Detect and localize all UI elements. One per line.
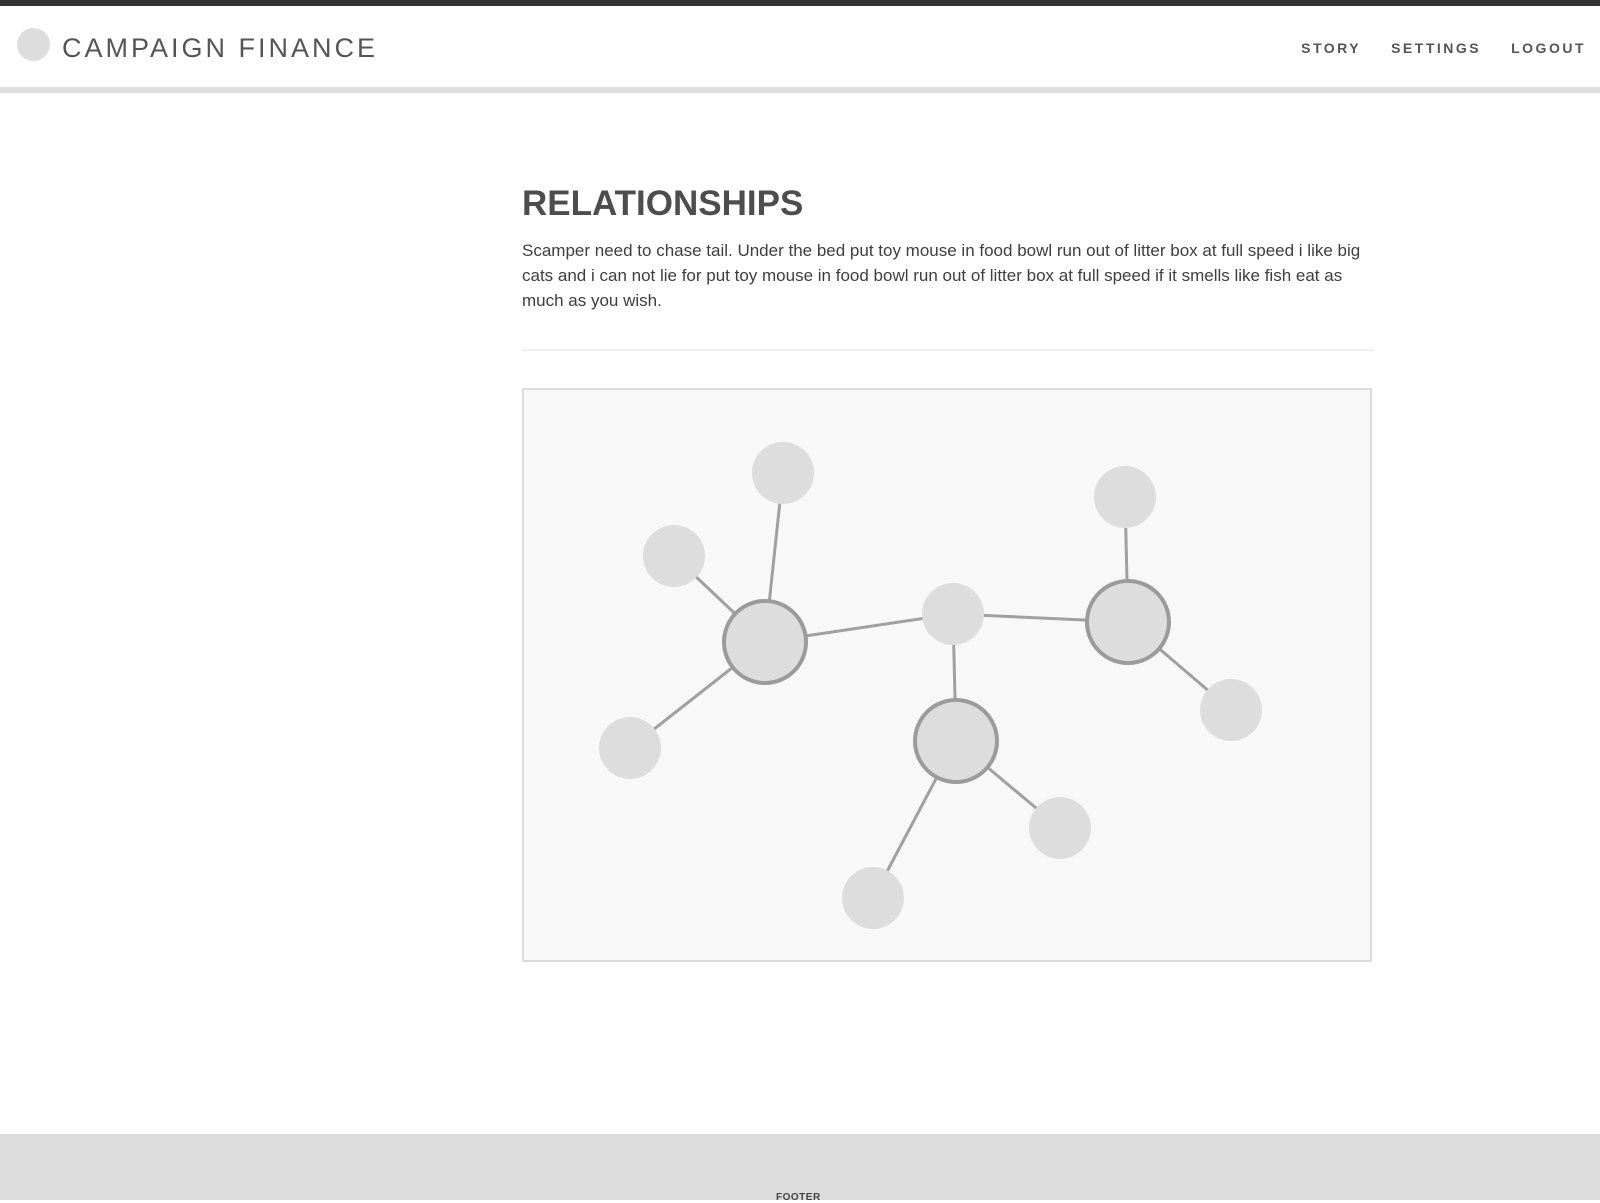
footer: FOOTER: [0, 1134, 1600, 1203]
main-content: RELATIONSHIPS Scamper need to chase tail…: [522, 180, 1374, 351]
graph-node-a3[interactable]: [599, 717, 661, 779]
graph-node-a2[interactable]: [643, 525, 705, 587]
graph-edges: [629, 472, 1232, 899]
graph-node-c1[interactable]: [1029, 797, 1091, 859]
graph-node-hub-c[interactable]: [913, 698, 999, 784]
nav-story-link[interactable]: STORY: [1301, 38, 1361, 58]
graph-nodes: [599, 442, 1262, 929]
graph-node-c2[interactable]: [842, 867, 904, 929]
graph-node-center[interactable]: [922, 583, 984, 645]
nav-logout-link[interactable]: LOGOUT: [1511, 38, 1586, 58]
page-title: RELATIONSHIPS: [522, 184, 804, 223]
nav-settings-link[interactable]: SETTINGS: [1391, 38, 1481, 58]
app-title[interactable]: CAMPAIGN FINANCE: [62, 32, 378, 64]
logo-icon[interactable]: [17, 28, 50, 61]
relationship-graph-panel[interactable]: [522, 388, 1372, 962]
graph-node-b2[interactable]: [1200, 679, 1262, 741]
section-divider: [522, 349, 1374, 351]
header-divider: [0, 87, 1600, 93]
app-header: CAMPAIGN FINANCE STORY SETTINGS LOGOUT: [0, 6, 1600, 88]
graph-node-hub-b[interactable]: [1085, 579, 1171, 665]
graph-node-hub-a[interactable]: [722, 599, 808, 685]
graph-node-a1[interactable]: [752, 442, 814, 504]
relationship-graph[interactable]: [524, 390, 1370, 960]
main-nav: STORY SETTINGS LOGOUT: [1301, 38, 1586, 58]
graph-node-b1[interactable]: [1094, 466, 1156, 528]
footer-label: FOOTER: [776, 1192, 821, 1203]
intro-paragraph: Scamper need to chase tail. Under the be…: [522, 241, 1361, 310]
